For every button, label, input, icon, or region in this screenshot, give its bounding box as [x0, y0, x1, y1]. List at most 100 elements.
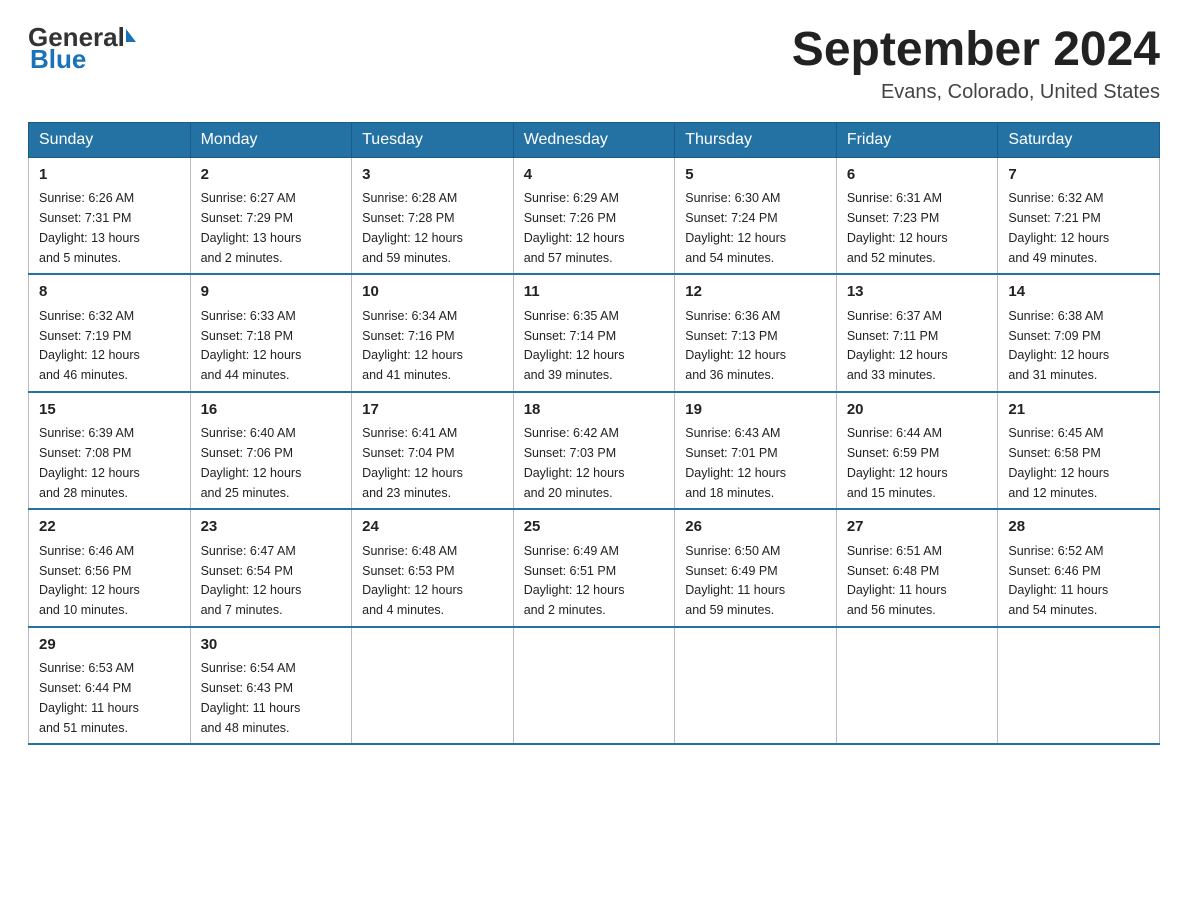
calendar-cell [513, 627, 675, 745]
day-number: 19 [685, 399, 826, 422]
calendar-cell: 12Sunrise: 6:36 AMSunset: 7:13 PMDayligh… [675, 274, 837, 392]
calendar-cell: 20 Sunrise: 6:44 AMSunset: 6:59 PMDayligh… [836, 392, 998, 510]
day-number: 1 [39, 164, 180, 187]
logo-blue: Blue [30, 46, 86, 72]
day-number: 10 [362, 281, 503, 304]
weekday-header-sunday: Sunday [29, 122, 191, 157]
calendar-cell: 26 Sunrise: 6:50 AMSunset: 6:49 PMDayligh… [675, 509, 837, 627]
weekday-header-wednesday: Wednesday [513, 122, 675, 157]
weekday-header-saturday: Saturday [998, 122, 1160, 157]
day-number: 9 [201, 281, 342, 304]
day-sunrise-sunset-info: Sunrise: 6:27 AMSunset: 7:29 PMDaylight:… [201, 191, 302, 264]
day-sunrise-sunset-info: Sunrise: 6:35 AMSunset: 7:14 PMDaylight:… [524, 309, 625, 382]
calendar-cell: 23 Sunrise: 6:47 AMSunset: 6:54 PMDayligh… [190, 509, 352, 627]
calendar-table: SundayMondayTuesdayWednesdayThursdayFrid… [28, 122, 1160, 746]
calendar-cell [836, 627, 998, 745]
day-sunrise-sunset-info: Sunrise: 6:48 AMSunset: 6:53 PMDaylight:… [362, 544, 463, 617]
logo-triangle-icon [126, 29, 136, 42]
calendar-cell: 21 Sunrise: 6:45 AMSunset: 6:58 PMDayligh… [998, 392, 1160, 510]
day-sunrise-sunset-info: Sunrise: 6:50 AMSunset: 6:49 PMDaylight:… [685, 544, 785, 617]
weekday-header-thursday: Thursday [675, 122, 837, 157]
calendar-week-1: 1 Sunrise: 6:26 AMSunset: 7:31 PMDaylight… [29, 157, 1160, 274]
calendar-cell: 27 Sunrise: 6:51 AMSunset: 6:48 PMDayligh… [836, 509, 998, 627]
day-sunrise-sunset-info: Sunrise: 6:28 AMSunset: 7:28 PMDaylight:… [362, 191, 463, 264]
calendar-cell: 19Sunrise: 6:43 AMSunset: 7:01 PMDayligh… [675, 392, 837, 510]
calendar-cell: 6 Sunrise: 6:31 AMSunset: 7:23 PMDaylight… [836, 157, 998, 274]
day-number: 26 [685, 516, 826, 539]
day-sunrise-sunset-info: Sunrise: 6:30 AMSunset: 7:24 PMDaylight:… [685, 191, 786, 264]
weekday-header-friday: Friday [836, 122, 998, 157]
day-number: 7 [1008, 164, 1149, 187]
calendar-cell: 24 Sunrise: 6:48 AMSunset: 6:53 PMDayligh… [352, 509, 514, 627]
day-number: 29 [39, 634, 180, 657]
day-sunrise-sunset-info: Sunrise: 6:44 AMSunset: 6:59 PMDaylight:… [847, 426, 948, 499]
day-number: 25 [524, 516, 665, 539]
day-number: 23 [201, 516, 342, 539]
day-number: 12 [685, 281, 826, 304]
day-number: 15 [39, 399, 180, 422]
day-sunrise-sunset-info: Sunrise: 6:29 AMSunset: 7:26 PMDaylight:… [524, 191, 625, 264]
day-sunrise-sunset-info: Sunrise: 6:37 AMSunset: 7:11 PMDaylight:… [847, 309, 948, 382]
calendar-cell [998, 627, 1160, 745]
day-number: 27 [847, 516, 988, 539]
day-number: 28 [1008, 516, 1149, 539]
calendar-week-2: 8 Sunrise: 6:32 AMSunset: 7:19 PMDaylight… [29, 274, 1160, 392]
day-sunrise-sunset-info: Sunrise: 6:40 AMSunset: 7:06 PMDaylight:… [201, 426, 302, 499]
day-number: 14 [1008, 281, 1149, 304]
day-sunrise-sunset-info: Sunrise: 6:45 AMSunset: 6:58 PMDaylight:… [1008, 426, 1109, 499]
calendar-cell: 22Sunrise: 6:46 AMSunset: 6:56 PMDayligh… [29, 509, 191, 627]
day-sunrise-sunset-info: Sunrise: 6:47 AMSunset: 6:54 PMDaylight:… [201, 544, 302, 617]
day-sunrise-sunset-info: Sunrise: 6:46 AMSunset: 6:56 PMDaylight:… [39, 544, 140, 617]
day-sunrise-sunset-info: Sunrise: 6:39 AMSunset: 7:08 PMDaylight:… [39, 426, 140, 499]
day-sunrise-sunset-info: Sunrise: 6:54 AMSunset: 6:43 PMDaylight:… [201, 661, 301, 734]
calendar-cell: 17 Sunrise: 6:41 AMSunset: 7:04 PMDayligh… [352, 392, 514, 510]
calendar-cell [352, 627, 514, 745]
calendar-cell [675, 627, 837, 745]
day-number: 20 [847, 399, 988, 422]
calendar-cell: 14 Sunrise: 6:38 AMSunset: 7:09 PMDayligh… [998, 274, 1160, 392]
day-sunrise-sunset-info: Sunrise: 6:38 AMSunset: 7:09 PMDaylight:… [1008, 309, 1109, 382]
day-number: 4 [524, 164, 665, 187]
day-number: 24 [362, 516, 503, 539]
day-sunrise-sunset-info: Sunrise: 6:32 AMSunset: 7:19 PMDaylight:… [39, 309, 140, 382]
calendar-cell: 15 Sunrise: 6:39 AMSunset: 7:08 PMDayligh… [29, 392, 191, 510]
calendar-cell: 25 Sunrise: 6:49 AMSunset: 6:51 PMDayligh… [513, 509, 675, 627]
day-sunrise-sunset-info: Sunrise: 6:31 AMSunset: 7:23 PMDaylight:… [847, 191, 948, 264]
logo: General Blue [28, 24, 136, 72]
day-number: 16 [201, 399, 342, 422]
calendar-week-4: 22Sunrise: 6:46 AMSunset: 6:56 PMDayligh… [29, 509, 1160, 627]
calendar-cell: 11 Sunrise: 6:35 AMSunset: 7:14 PMDayligh… [513, 274, 675, 392]
day-sunrise-sunset-info: Sunrise: 6:49 AMSunset: 6:51 PMDaylight:… [524, 544, 625, 617]
calendar-cell: 18 Sunrise: 6:42 AMSunset: 7:03 PMDayligh… [513, 392, 675, 510]
day-number: 2 [201, 164, 342, 187]
day-number: 21 [1008, 399, 1149, 422]
day-sunrise-sunset-info: Sunrise: 6:52 AMSunset: 6:46 PMDaylight:… [1008, 544, 1108, 617]
calendar-cell: 9Sunrise: 6:33 AMSunset: 7:18 PMDaylight… [190, 274, 352, 392]
calendar-cell: 29Sunrise: 6:53 AMSunset: 6:44 PMDayligh… [29, 627, 191, 745]
day-number: 8 [39, 281, 180, 304]
day-number: 11 [524, 281, 665, 304]
calendar-cell: 30Sunrise: 6:54 AMSunset: 6:43 PMDayligh… [190, 627, 352, 745]
day-sunrise-sunset-info: Sunrise: 6:42 AMSunset: 7:03 PMDaylight:… [524, 426, 625, 499]
day-sunrise-sunset-info: Sunrise: 6:26 AMSunset: 7:31 PMDaylight:… [39, 191, 140, 264]
page-title: September 2024 [792, 24, 1160, 77]
day-number: 6 [847, 164, 988, 187]
day-sunrise-sunset-info: Sunrise: 6:32 AMSunset: 7:21 PMDaylight:… [1008, 191, 1109, 264]
weekday-header-monday: Monday [190, 122, 352, 157]
day-sunrise-sunset-info: Sunrise: 6:51 AMSunset: 6:48 PMDaylight:… [847, 544, 947, 617]
calendar-cell: 3Sunrise: 6:28 AMSunset: 7:28 PMDaylight… [352, 157, 514, 274]
calendar-cell: 7 Sunrise: 6:32 AMSunset: 7:21 PMDaylight… [998, 157, 1160, 274]
calendar-cell: 16 Sunrise: 6:40 AMSunset: 7:06 PMDayligh… [190, 392, 352, 510]
day-sunrise-sunset-info: Sunrise: 6:41 AMSunset: 7:04 PMDaylight:… [362, 426, 463, 499]
calendar-cell: 28 Sunrise: 6:52 AMSunset: 6:46 PMDayligh… [998, 509, 1160, 627]
calendar-week-5: 29Sunrise: 6:53 AMSunset: 6:44 PMDayligh… [29, 627, 1160, 745]
calendar-cell: 5Sunrise: 6:30 AMSunset: 7:24 PMDaylight… [675, 157, 837, 274]
day-number: 13 [847, 281, 988, 304]
page-subtitle: Evans, Colorado, United States [792, 81, 1160, 104]
day-number: 17 [362, 399, 503, 422]
calendar-week-3: 15 Sunrise: 6:39 AMSunset: 7:08 PMDayligh… [29, 392, 1160, 510]
page-header: General Blue September 2024 Evans, Color… [28, 24, 1160, 104]
calendar-cell: 1 Sunrise: 6:26 AMSunset: 7:31 PMDaylight… [29, 157, 191, 274]
calendar-cell: 2 Sunrise: 6:27 AMSunset: 7:29 PMDaylight… [190, 157, 352, 274]
day-number: 18 [524, 399, 665, 422]
